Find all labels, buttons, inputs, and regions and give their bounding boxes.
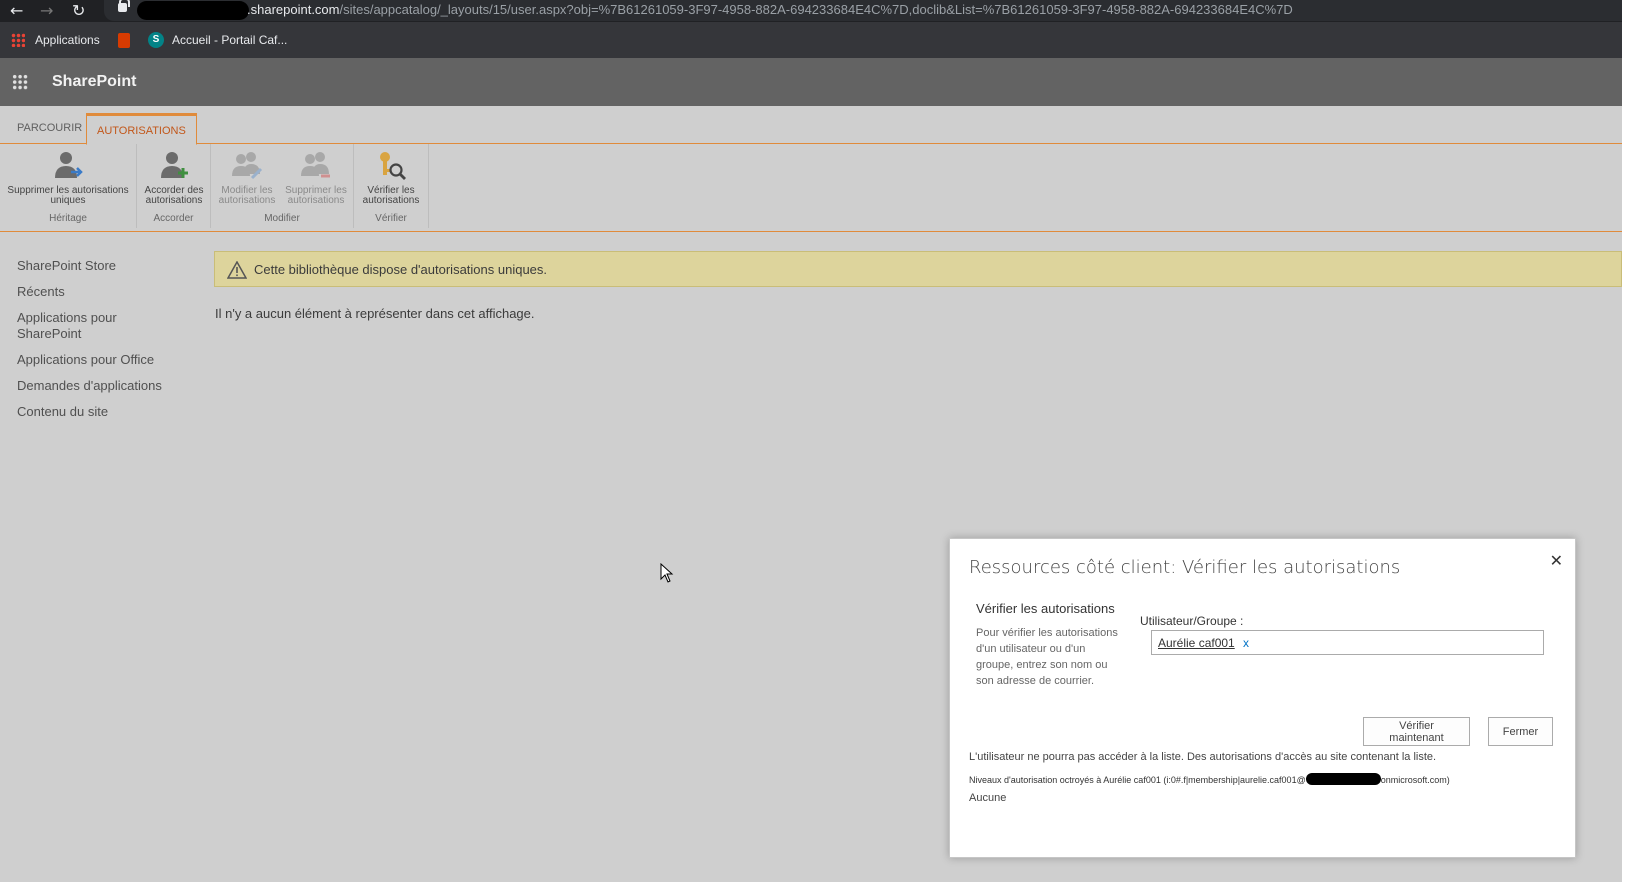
banner-text: Cette bibliothèque dispose d'autorisatio… bbox=[254, 262, 548, 277]
suite-bar: SharePoint bbox=[0, 58, 1622, 106]
nav-sharepoint-store[interactable]: SharePoint Store bbox=[17, 258, 177, 274]
group-label-heritage: Héritage bbox=[49, 213, 87, 224]
office-icon[interactable] bbox=[118, 33, 130, 48]
result-levels-prefix: Niveaux d'autorisation octroyés à Auréli… bbox=[969, 775, 1306, 785]
ribbon: Supprimer les autorisations uniques Héri… bbox=[0, 144, 1622, 232]
person-arrow-icon bbox=[55, 152, 83, 178]
result-levels: Niveaux d'autorisation octroyés à Auréli… bbox=[969, 771, 1450, 785]
edit-permissions-button[interactable]: Modifier les autorisations bbox=[215, 150, 279, 206]
tab-parcourir[interactable]: PARCOURIR bbox=[17, 122, 82, 134]
ribbon-group-modifier: Modifier les autorisations Supprimer les… bbox=[211, 144, 354, 228]
ribbon-group-accorder: Accorder des autorisations Accorder bbox=[137, 144, 211, 228]
url-text[interactable]: .sharepoint.com/sites/appcatalog/_layout… bbox=[247, 2, 1293, 17]
group-label-modifier: Modifier bbox=[264, 213, 300, 224]
result-levels-suffix: onmicrosoft.com) bbox=[1380, 775, 1450, 785]
close-icon[interactable]: ✕ bbox=[1550, 551, 1563, 570]
group-label-verifier: Vérifier bbox=[375, 213, 407, 224]
nav-apps-sharepoint[interactable]: Applications pour SharePoint bbox=[17, 310, 177, 342]
ribbon-group-heritage: Supprimer les autorisations uniques Héri… bbox=[0, 144, 137, 228]
quick-launch: SharePoint Store Récents Applications po… bbox=[17, 258, 177, 430]
check-permissions-button[interactable]: Vérifier les autorisations bbox=[358, 150, 424, 206]
reload-icon[interactable]: ↻ bbox=[72, 1, 85, 20]
check-permissions-dialog: Ressources côté client: Vérifier les aut… bbox=[949, 538, 1576, 858]
window-edge-right bbox=[1622, 0, 1643, 896]
window-edge-bottom bbox=[0, 882, 1622, 896]
nav-app-requests[interactable]: Demandes d'applications bbox=[17, 378, 177, 394]
close-button[interactable]: Fermer bbox=[1488, 717, 1553, 746]
mouse-cursor-icon bbox=[660, 563, 674, 583]
nav-recents[interactable]: Récents bbox=[17, 284, 177, 300]
sharepoint-bookmark-icon: S bbox=[148, 32, 164, 48]
people-remove-icon bbox=[301, 152, 330, 178]
grant-permissions-label: Accorder des autorisations bbox=[144, 185, 204, 206]
forward-icon[interactable]: → bbox=[40, 1, 53, 20]
bookmark-applications[interactable]: Applications bbox=[35, 33, 100, 47]
edit-permissions-label: Modifier les autorisations bbox=[218, 185, 276, 206]
redaction-mark bbox=[137, 1, 249, 20]
ribbon-group-verifier: Vérifier les autorisations Vérifier bbox=[354, 144, 429, 228]
app-launcher-icon[interactable] bbox=[12, 74, 28, 90]
url-host: .sharepoint.com bbox=[247, 2, 340, 17]
user-group-label: Utilisateur/Groupe : bbox=[1140, 614, 1244, 628]
empty-view-message: Il n'y a aucun élément à représenter dan… bbox=[215, 306, 535, 321]
url-path: /sites/appcatalog/_layouts/15/user.aspx?… bbox=[339, 2, 1293, 17]
apps-grid-icon[interactable] bbox=[11, 33, 25, 47]
check-now-button[interactable]: Vérifier maintenant bbox=[1363, 717, 1470, 746]
nav-site-contents[interactable]: Contenu du site bbox=[17, 404, 177, 420]
people-picker-input[interactable]: Aurélie caf001 x bbox=[1151, 630, 1544, 655]
grant-permissions-button[interactable]: Accorder des autorisations bbox=[141, 150, 207, 206]
people-edit-icon bbox=[232, 152, 263, 180]
unique-permissions-banner: Cette bibliothèque dispose d'autorisatio… bbox=[214, 251, 1622, 287]
resolved-user[interactable]: Aurélie caf001 bbox=[1158, 636, 1235, 650]
redaction-mark bbox=[1305, 773, 1381, 785]
suite-title[interactable]: SharePoint bbox=[52, 73, 136, 91]
remove-permissions-label: Supprimer les autorisations bbox=[285, 185, 347, 206]
section-description: Pour vérifier les autorisations d'un uti… bbox=[976, 627, 1118, 687]
remove-unique-permissions-button[interactable]: Supprimer les autorisations uniques bbox=[2, 150, 134, 206]
nav-apps-office[interactable]: Applications pour Office bbox=[17, 352, 177, 368]
check-permissions-label: Vérifier les autorisations bbox=[362, 185, 420, 206]
remove-user-button[interactable]: x bbox=[1243, 636, 1249, 650]
section-title: Vérifier les autorisations bbox=[976, 601, 1115, 616]
remove-unique-permissions-label: Supprimer les autorisations uniques bbox=[7, 185, 129, 206]
result-none: Aucune bbox=[969, 792, 1007, 804]
remove-permissions-button[interactable]: Supprimer les autorisations bbox=[281, 150, 351, 206]
dialog-title: Ressources côté client: Vérifier les aut… bbox=[969, 557, 1401, 578]
group-label-accorder: Accorder bbox=[153, 213, 194, 224]
lock-icon bbox=[118, 0, 130, 12]
browser-address-bar: ← → ↻ .sharepoint.com/sites/appcatalog/_… bbox=[0, 0, 1622, 22]
bookmark-portail[interactable]: Accueil - Portail Caf... bbox=[172, 33, 287, 47]
ribbon-tabs: PARCOURIR AUTORISATIONS bbox=[0, 106, 1622, 145]
person-add-icon bbox=[161, 152, 188, 178]
key-search-icon bbox=[380, 152, 406, 180]
tab-autorisations[interactable]: AUTORISATIONS bbox=[86, 113, 197, 145]
warning-icon bbox=[227, 261, 247, 279]
back-icon[interactable]: ← bbox=[10, 1, 23, 20]
result-summary: L'utilisateur ne pourra pas accéder à la… bbox=[969, 751, 1437, 763]
